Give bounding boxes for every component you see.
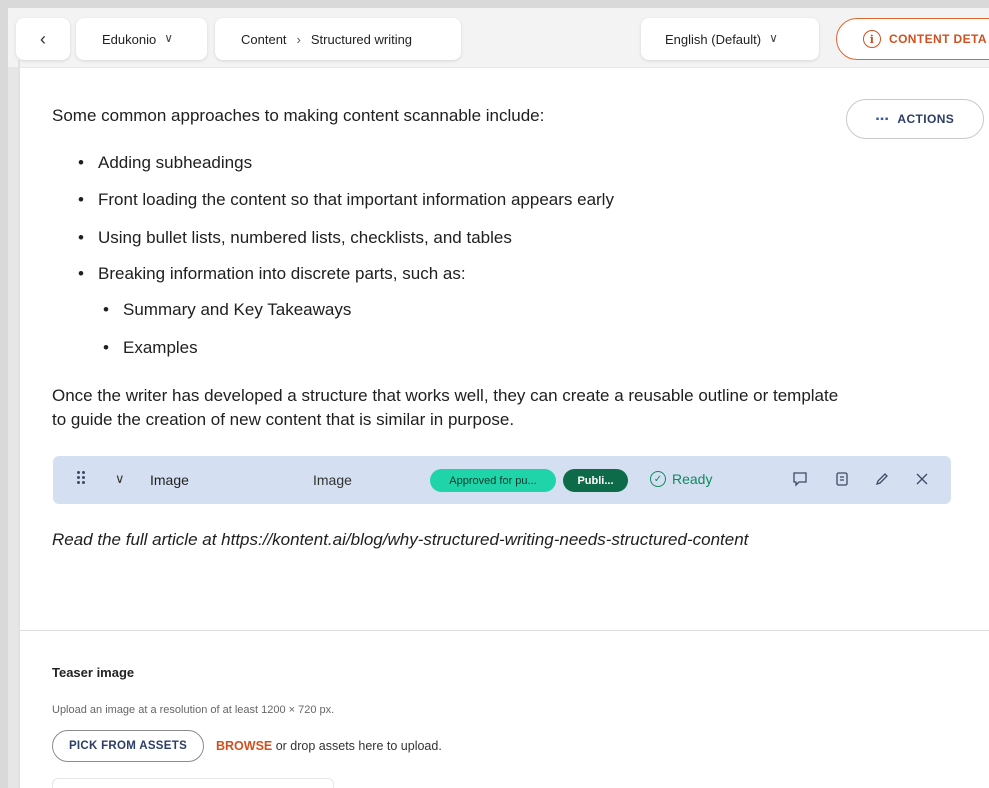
list-item: Front loading the content so that import… — [78, 188, 614, 212]
status-label: Ready — [672, 471, 713, 487]
expand-chevron-icon[interactable]: ∨ — [115, 471, 125, 487]
duplicate-icon[interactable] — [833, 470, 851, 488]
intro-paragraph: Some common approaches to making content… — [52, 106, 545, 125]
check-circle-icon: ✓ — [650, 471, 666, 487]
workflow-badge: Approved for pu... — [430, 469, 556, 492]
top-bar: ‹ Edukonio ∨ Content › Structured writin… — [8, 8, 989, 68]
browse-link[interactable]: BROWSE — [216, 739, 272, 753]
chevron-left-icon: ‹ — [40, 28, 46, 49]
faded-text-line — [32, 66, 732, 74]
breadcrumb-item: Structured writing — [310, 31, 413, 47]
browse-rest-text: or drop assets here to upload. — [272, 739, 442, 753]
teaser-image-hint: Upload an image at a resolution of at le… — [52, 704, 335, 716]
breadcrumb[interactable]: Content › Structured writing — [215, 18, 461, 60]
actions-button[interactable]: ▪▪▪ ACTIONS — [846, 99, 984, 139]
upload-dropzone-text: BROWSE or drop assets here to upload. — [216, 739, 442, 753]
published-badge: Publi... — [563, 469, 628, 492]
info-icon: i — [863, 30, 881, 48]
comment-icon[interactable] — [791, 470, 809, 488]
project-switcher[interactable]: Edukonio ∨ — [76, 18, 207, 60]
gutter — [18, 60, 20, 788]
remove-close-icon[interactable] — [913, 470, 931, 488]
teaser-image-label: Teaser image — [52, 665, 135, 680]
sub-list-item: Examples — [103, 336, 198, 360]
back-button[interactable]: ‹ — [16, 18, 70, 60]
component-name: Image — [150, 472, 189, 488]
section-divider — [20, 630, 989, 631]
language-selector[interactable]: English (Default) ∨ — [641, 18, 819, 60]
left-edge — [8, 8, 18, 788]
chevron-down-icon: ∨ — [164, 31, 174, 45]
outro-paragraph-line-1: Once the writer has developed a structur… — [52, 386, 839, 405]
pick-from-assets-button[interactable]: PICK FROM ASSETS — [52, 730, 204, 762]
chevron-right-icon: › — [296, 31, 301, 47]
component-type: Image — [313, 472, 352, 488]
outro-paragraph-line-2: to guide the creation of new content tha… — [52, 410, 515, 429]
content-details-button[interactable]: i CONTENT DETA — [836, 18, 989, 60]
breadcrumb-section[interactable]: Content — [241, 32, 287, 47]
project-name: Edukonio — [102, 31, 157, 47]
more-dots-icon: ▪▪▪ — [875, 113, 890, 125]
sub-list-item: Summary and Key Takeaways — [103, 298, 351, 322]
status-ready: ✓ Ready — [650, 471, 712, 487]
list-item: Using bullet lists, numbered lists, chec… — [78, 226, 512, 250]
drag-handle-icon[interactable] — [77, 471, 87, 485]
linked-component-row[interactable]: ∨ Image Image Approved for pu... Publi..… — [53, 456, 951, 504]
article-link-text: Read the full article at https://kontent… — [52, 530, 749, 549]
actions-label: ACTIONS — [897, 112, 955, 126]
list-item: Adding subheadings — [78, 151, 252, 175]
content-details-label: CONTENT DETA — [889, 32, 987, 46]
list-item: Breaking information into discrete parts… — [78, 262, 466, 286]
asset-tile-placeholder — [52, 778, 334, 788]
chevron-down-icon: ∨ — [769, 31, 778, 45]
edit-pencil-icon[interactable] — [873, 470, 891, 488]
language-label: English (Default) — [665, 31, 762, 47]
